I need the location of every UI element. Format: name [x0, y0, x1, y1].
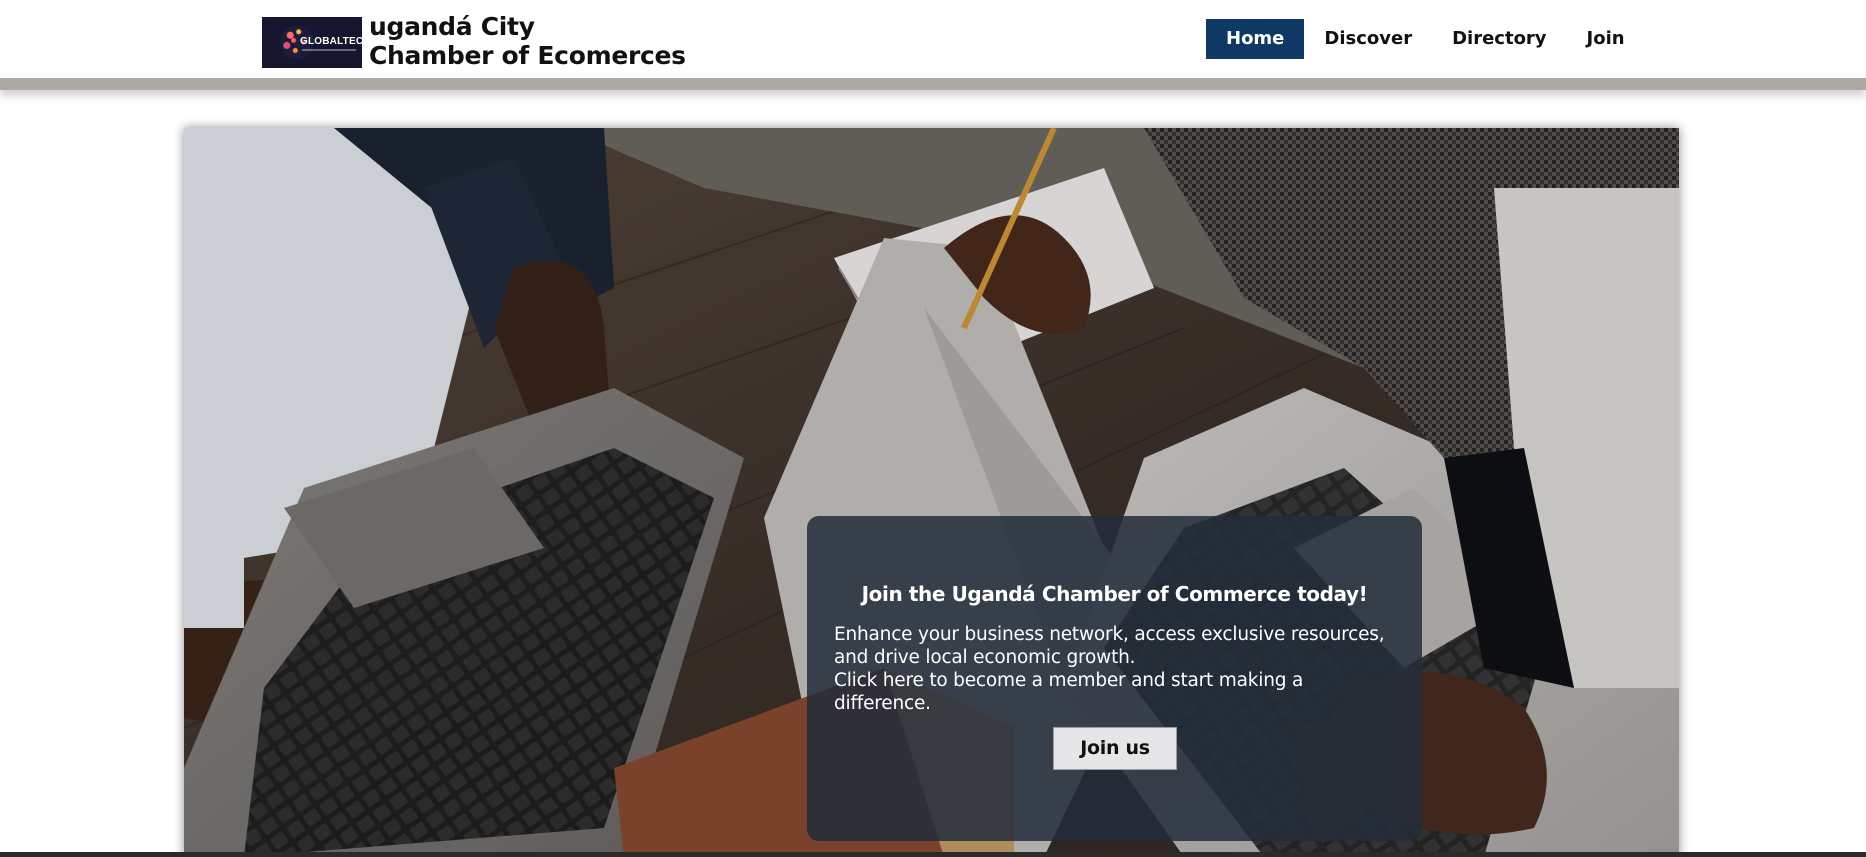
page-bottom-edge [0, 852, 1866, 857]
join-us-button[interactable]: Join us [1053, 727, 1177, 770]
logo-tagline-line [302, 49, 356, 51]
logo-text: GLOBALTECH [300, 36, 362, 47]
nav-item-join[interactable]: Join [1567, 19, 1645, 59]
cta-paragraph-1: Enhance your business network, access ex… [834, 624, 1385, 668]
nav-item-home[interactable]: Home [1206, 19, 1305, 59]
cta-description: Enhance your business network, access ex… [834, 623, 1404, 715]
site-title-line1: ugandá City [369, 12, 535, 41]
hero-section: Join the Ugandá Chamber of Commerce toda… [184, 128, 1679, 857]
cta-paragraph-2: Click here to become a member and start … [834, 670, 1304, 714]
nav-item-discover[interactable]: Discover [1304, 19, 1432, 59]
site-header: GLOBALTECH ugandá City Chamber of Ecomer… [0, 0, 1866, 90]
cta-heading: Join the Ugandá Chamber of Commerce toda… [861, 582, 1368, 606]
site-title-line2: Chamber of Ecomerces [369, 41, 686, 70]
site-title: ugandá City Chamber of Ecomerces [369, 12, 686, 70]
join-cta-card: Join the Ugandá Chamber of Commerce toda… [807, 516, 1422, 841]
nav-item-directory[interactable]: Directory [1432, 19, 1566, 59]
main-nav: Home Discover Directory Join [1206, 19, 1645, 59]
globaltech-logo[interactable]: GLOBALTECH [262, 17, 362, 68]
